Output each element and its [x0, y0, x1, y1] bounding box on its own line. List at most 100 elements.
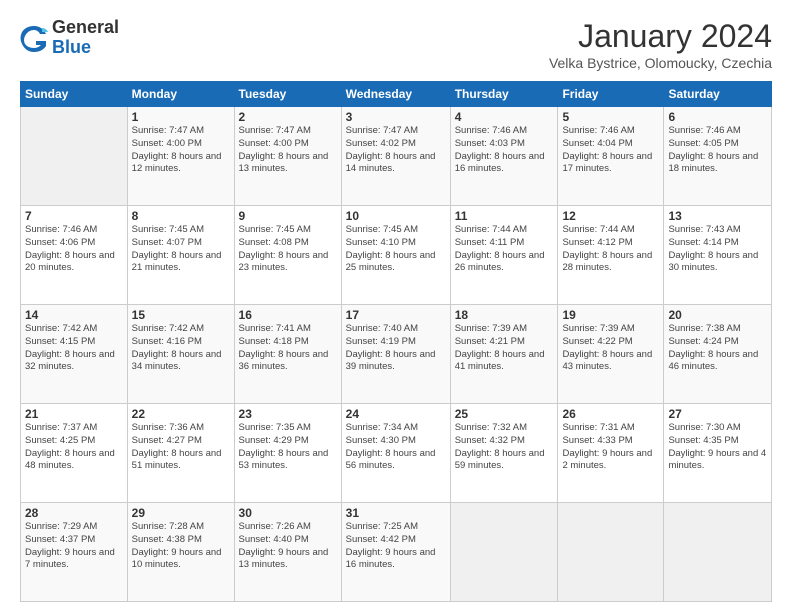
day-number: 28 [25, 506, 123, 520]
weekday-header-row: SundayMondayTuesdayWednesdayThursdayFrid… [21, 82, 772, 107]
day-info: Sunrise: 7:30 AM Sunset: 4:35 PM Dayligh… [668, 422, 767, 473]
calendar-cell: 20Sunrise: 7:38 AM Sunset: 4:24 PM Dayli… [664, 305, 772, 404]
calendar-cell: 23Sunrise: 7:35 AM Sunset: 4:29 PM Dayli… [234, 404, 341, 503]
day-number: 29 [132, 506, 230, 520]
day-info: Sunrise: 7:39 AM Sunset: 4:21 PM Dayligh… [455, 323, 554, 374]
weekday-header-friday: Friday [558, 82, 664, 107]
calendar-cell [450, 503, 558, 602]
day-info: Sunrise: 7:45 AM Sunset: 4:08 PM Dayligh… [239, 224, 337, 275]
calendar-cell: 29Sunrise: 7:28 AM Sunset: 4:38 PM Dayli… [127, 503, 234, 602]
calendar-cell: 19Sunrise: 7:39 AM Sunset: 4:22 PM Dayli… [558, 305, 664, 404]
logo-general: General [52, 18, 119, 38]
day-number: 20 [668, 308, 767, 322]
day-number: 7 [25, 209, 123, 223]
day-number: 1 [132, 110, 230, 124]
day-number: 22 [132, 407, 230, 421]
day-info: Sunrise: 7:45 AM Sunset: 4:10 PM Dayligh… [346, 224, 446, 275]
day-number: 3 [346, 110, 446, 124]
calendar-cell: 27Sunrise: 7:30 AM Sunset: 4:35 PM Dayli… [664, 404, 772, 503]
day-info: Sunrise: 7:46 AM Sunset: 4:05 PM Dayligh… [668, 125, 767, 176]
day-info: Sunrise: 7:38 AM Sunset: 4:24 PM Dayligh… [668, 323, 767, 374]
calendar-cell [664, 503, 772, 602]
calendar-cell: 15Sunrise: 7:42 AM Sunset: 4:16 PM Dayli… [127, 305, 234, 404]
day-number: 5 [562, 110, 659, 124]
week-row-1: 1Sunrise: 7:47 AM Sunset: 4:00 PM Daylig… [21, 107, 772, 206]
day-number: 17 [346, 308, 446, 322]
calendar-cell [558, 503, 664, 602]
calendar-cell: 31Sunrise: 7:25 AM Sunset: 4:42 PM Dayli… [341, 503, 450, 602]
logo-area: General Blue [20, 18, 119, 58]
day-info: Sunrise: 7:32 AM Sunset: 4:32 PM Dayligh… [455, 422, 554, 473]
calendar-cell: 7Sunrise: 7:46 AM Sunset: 4:06 PM Daylig… [21, 206, 128, 305]
day-info: Sunrise: 7:44 AM Sunset: 4:12 PM Dayligh… [562, 224, 659, 275]
weekday-header-tuesday: Tuesday [234, 82, 341, 107]
day-info: Sunrise: 7:34 AM Sunset: 4:30 PM Dayligh… [346, 422, 446, 473]
day-number: 18 [455, 308, 554, 322]
day-info: Sunrise: 7:25 AM Sunset: 4:42 PM Dayligh… [346, 521, 446, 572]
day-info: Sunrise: 7:47 AM Sunset: 4:02 PM Dayligh… [346, 125, 446, 176]
day-number: 12 [562, 209, 659, 223]
calendar-cell: 18Sunrise: 7:39 AM Sunset: 4:21 PM Dayli… [450, 305, 558, 404]
title-area: January 2024 Velka Bystrice, Olomoucky, … [549, 18, 772, 71]
day-info: Sunrise: 7:26 AM Sunset: 4:40 PM Dayligh… [239, 521, 337, 572]
day-number: 9 [239, 209, 337, 223]
day-info: Sunrise: 7:47 AM Sunset: 4:00 PM Dayligh… [239, 125, 337, 176]
weekday-header-monday: Monday [127, 82, 234, 107]
day-number: 2 [239, 110, 337, 124]
day-number: 23 [239, 407, 337, 421]
day-number: 25 [455, 407, 554, 421]
day-number: 13 [668, 209, 767, 223]
calendar-cell: 13Sunrise: 7:43 AM Sunset: 4:14 PM Dayli… [664, 206, 772, 305]
calendar-cell [21, 107, 128, 206]
day-number: 30 [239, 506, 337, 520]
calendar-cell: 25Sunrise: 7:32 AM Sunset: 4:32 PM Dayli… [450, 404, 558, 503]
calendar-cell: 21Sunrise: 7:37 AM Sunset: 4:25 PM Dayli… [21, 404, 128, 503]
week-row-4: 21Sunrise: 7:37 AM Sunset: 4:25 PM Dayli… [21, 404, 772, 503]
week-row-3: 14Sunrise: 7:42 AM Sunset: 4:15 PM Dayli… [21, 305, 772, 404]
day-number: 15 [132, 308, 230, 322]
day-info: Sunrise: 7:46 AM Sunset: 4:06 PM Dayligh… [25, 224, 123, 275]
week-row-5: 28Sunrise: 7:29 AM Sunset: 4:37 PM Dayli… [21, 503, 772, 602]
day-info: Sunrise: 7:45 AM Sunset: 4:07 PM Dayligh… [132, 224, 230, 275]
day-info: Sunrise: 7:31 AM Sunset: 4:33 PM Dayligh… [562, 422, 659, 473]
day-info: Sunrise: 7:39 AM Sunset: 4:22 PM Dayligh… [562, 323, 659, 374]
day-number: 26 [562, 407, 659, 421]
day-number: 21 [25, 407, 123, 421]
location-subtitle: Velka Bystrice, Olomoucky, Czechia [549, 55, 772, 71]
day-number: 31 [346, 506, 446, 520]
day-info: Sunrise: 7:42 AM Sunset: 4:16 PM Dayligh… [132, 323, 230, 374]
week-row-2: 7Sunrise: 7:46 AM Sunset: 4:06 PM Daylig… [21, 206, 772, 305]
calendar-cell: 22Sunrise: 7:36 AM Sunset: 4:27 PM Dayli… [127, 404, 234, 503]
day-info: Sunrise: 7:46 AM Sunset: 4:04 PM Dayligh… [562, 125, 659, 176]
weekday-header-sunday: Sunday [21, 82, 128, 107]
calendar-cell: 3Sunrise: 7:47 AM Sunset: 4:02 PM Daylig… [341, 107, 450, 206]
day-info: Sunrise: 7:47 AM Sunset: 4:00 PM Dayligh… [132, 125, 230, 176]
weekday-header-thursday: Thursday [450, 82, 558, 107]
day-number: 16 [239, 308, 337, 322]
day-info: Sunrise: 7:37 AM Sunset: 4:25 PM Dayligh… [25, 422, 123, 473]
day-number: 27 [668, 407, 767, 421]
calendar-cell: 16Sunrise: 7:41 AM Sunset: 4:18 PM Dayli… [234, 305, 341, 404]
calendar-cell: 14Sunrise: 7:42 AM Sunset: 4:15 PM Dayli… [21, 305, 128, 404]
calendar-cell: 6Sunrise: 7:46 AM Sunset: 4:05 PM Daylig… [664, 107, 772, 206]
calendar-cell: 5Sunrise: 7:46 AM Sunset: 4:04 PM Daylig… [558, 107, 664, 206]
calendar-cell: 4Sunrise: 7:46 AM Sunset: 4:03 PM Daylig… [450, 107, 558, 206]
page: General Blue January 2024 Velka Bystrice… [0, 0, 792, 612]
calendar-table: SundayMondayTuesdayWednesdayThursdayFrid… [20, 81, 772, 602]
logo-blue: Blue [52, 38, 119, 58]
day-info: Sunrise: 7:35 AM Sunset: 4:29 PM Dayligh… [239, 422, 337, 473]
weekday-header-wednesday: Wednesday [341, 82, 450, 107]
calendar-cell: 8Sunrise: 7:45 AM Sunset: 4:07 PM Daylig… [127, 206, 234, 305]
day-info: Sunrise: 7:29 AM Sunset: 4:37 PM Dayligh… [25, 521, 123, 572]
day-info: Sunrise: 7:42 AM Sunset: 4:15 PM Dayligh… [25, 323, 123, 374]
day-number: 10 [346, 209, 446, 223]
day-number: 24 [346, 407, 446, 421]
calendar-cell: 26Sunrise: 7:31 AM Sunset: 4:33 PM Dayli… [558, 404, 664, 503]
header: General Blue January 2024 Velka Bystrice… [20, 18, 772, 71]
day-number: 4 [455, 110, 554, 124]
day-number: 8 [132, 209, 230, 223]
calendar-cell: 2Sunrise: 7:47 AM Sunset: 4:00 PM Daylig… [234, 107, 341, 206]
logo-text: General Blue [52, 18, 119, 58]
day-info: Sunrise: 7:36 AM Sunset: 4:27 PM Dayligh… [132, 422, 230, 473]
day-info: Sunrise: 7:28 AM Sunset: 4:38 PM Dayligh… [132, 521, 230, 572]
